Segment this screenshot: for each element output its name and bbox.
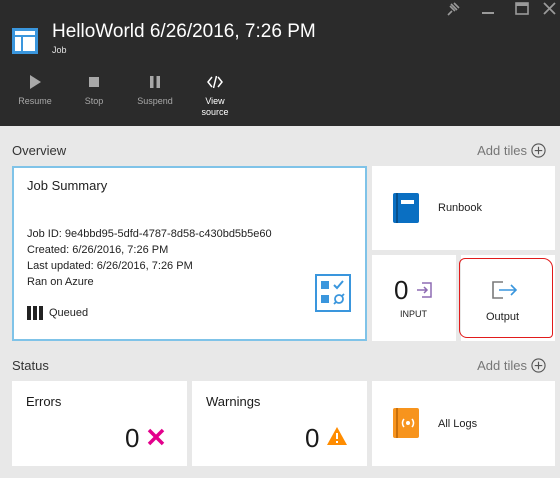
warnings-count: 0 xyxy=(305,423,320,453)
input-count: 0 xyxy=(394,275,409,305)
stop-label: Stop xyxy=(84,96,104,106)
page-subtitle: Job xyxy=(52,45,67,55)
book-icon xyxy=(393,193,419,223)
resume-button[interactable]: Resume xyxy=(10,74,60,107)
job-checklist-icon xyxy=(315,274,351,312)
created-text: Created: 6/26/2016, 7:26 PM xyxy=(27,244,169,256)
status-add-tiles-button[interactable]: Add tiles xyxy=(477,358,546,373)
warning-triangle-icon xyxy=(327,427,347,445)
view-source-button[interactable]: View source xyxy=(190,74,240,118)
error-x-icon xyxy=(147,428,165,446)
overview-heading: Overview xyxy=(12,143,67,158)
input-arrow-icon xyxy=(417,282,432,298)
job-summary-tile[interactable]: Job Summary Job ID: 9e4bbd95-5dfd-4787-8… xyxy=(12,166,367,341)
overview-add-tiles-button[interactable]: Add tiles xyxy=(477,143,546,158)
logs-book-icon xyxy=(393,408,419,438)
runbook-label: Runbook xyxy=(438,202,483,214)
suspend-button[interactable]: Suspend xyxy=(130,74,180,107)
input-label: INPUT xyxy=(400,309,427,319)
resume-label: Resume xyxy=(18,96,52,106)
job-icon xyxy=(12,28,38,54)
page-title: HelloWorld 6/26/2016, 7:26 PM xyxy=(52,21,316,42)
job-status: Queued xyxy=(27,306,88,320)
view-source-label: View source xyxy=(201,96,229,117)
plus-circle-icon xyxy=(531,143,546,158)
errors-label: Errors xyxy=(26,394,62,409)
pause-icon xyxy=(150,76,160,88)
close-icon[interactable] xyxy=(540,2,560,16)
all-logs-tile[interactable]: All Logs xyxy=(372,381,555,466)
input-tile[interactable]: 0 INPUT xyxy=(372,255,456,341)
job-id-text: Job ID: 9e4bbd95-5dfd-4787-8d58-c430bd5b… xyxy=(27,228,272,240)
plus-circle-icon xyxy=(531,358,546,373)
annotation-highlight xyxy=(459,258,553,338)
add-tiles-label: Add tiles xyxy=(477,143,527,158)
add-tiles-label: Add tiles xyxy=(477,358,527,373)
maximize-icon[interactable] xyxy=(512,2,532,16)
errors-tile[interactable]: Errors 0 xyxy=(12,381,187,466)
pin-icon[interactable] xyxy=(443,2,463,16)
job-summary-title: Job Summary xyxy=(27,178,108,193)
blade-header: HelloWorld 6/26/2016, 7:26 PM Job Resume… xyxy=(0,0,560,126)
stop-icon xyxy=(89,77,99,87)
job-summary-details: Job ID: 9e4bbd95-5dfd-4787-8d58-c430bd5b… xyxy=(27,226,272,290)
job-status-label: Queued xyxy=(49,307,89,319)
runbook-tile[interactable]: Runbook xyxy=(372,166,555,250)
ran-on-text: Ran on Azure xyxy=(27,276,94,288)
all-logs-label: All Logs xyxy=(438,418,478,430)
status-heading: Status xyxy=(12,358,49,373)
errors-count: 0 xyxy=(125,423,140,453)
minimize-icon[interactable] xyxy=(478,2,498,16)
code-icon xyxy=(207,75,223,89)
warnings-label: Warnings xyxy=(206,394,261,409)
suspend-label: Suspend xyxy=(137,96,173,106)
warnings-tile[interactable]: Warnings 0 xyxy=(192,381,367,466)
queued-status-icon xyxy=(27,306,43,320)
last-updated-text: Last updated: 6/26/2016, 7:26 PM xyxy=(27,260,193,272)
stop-button[interactable]: Stop xyxy=(69,74,119,107)
play-icon xyxy=(30,75,41,89)
